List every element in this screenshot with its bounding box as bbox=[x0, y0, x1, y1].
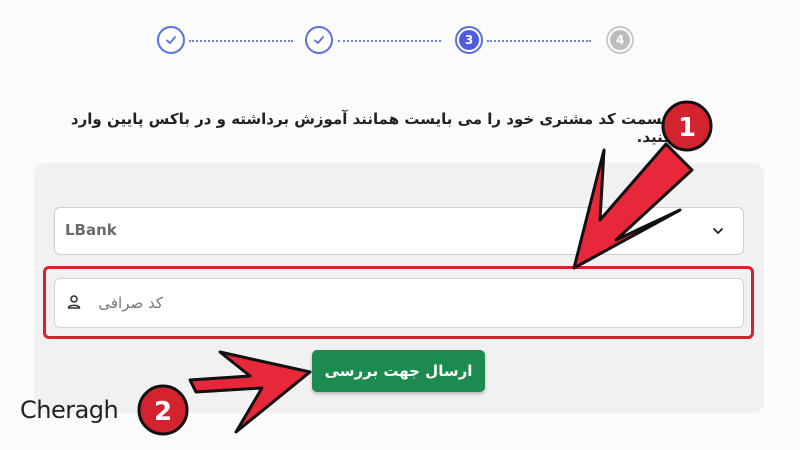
cheragh-logo: Cheragh bbox=[20, 396, 119, 424]
check-icon bbox=[314, 36, 324, 44]
step-connector bbox=[338, 40, 441, 42]
exchange-select[interactable]: LBank bbox=[54, 207, 744, 255]
step-connector bbox=[189, 40, 293, 42]
check-icon bbox=[166, 36, 176, 44]
instruction-text: قسمت کد مشتری خود را می بایست همانند آمو… bbox=[70, 110, 672, 146]
exchange-code-input[interactable] bbox=[54, 278, 744, 328]
step-number: 3 bbox=[459, 30, 479, 50]
user-icon bbox=[67, 295, 81, 309]
step-2-complete bbox=[305, 26, 333, 54]
step-connector bbox=[487, 40, 591, 42]
step-number: 4 bbox=[610, 30, 630, 50]
chevron-down-icon bbox=[713, 228, 723, 234]
step-4-pending: 4 bbox=[606, 26, 634, 54]
submit-for-review-button[interactable]: ارسال جهت بررسی bbox=[312, 350, 485, 392]
exchange-select-value: LBank bbox=[65, 221, 117, 239]
step-1-complete bbox=[157, 26, 185, 54]
badge-number: 1 bbox=[678, 113, 696, 143]
page-frame: 3 4 قسمت کد مشتری خود را می بایست همانند… bbox=[0, 0, 800, 450]
step-3-active: 3 bbox=[455, 26, 483, 54]
